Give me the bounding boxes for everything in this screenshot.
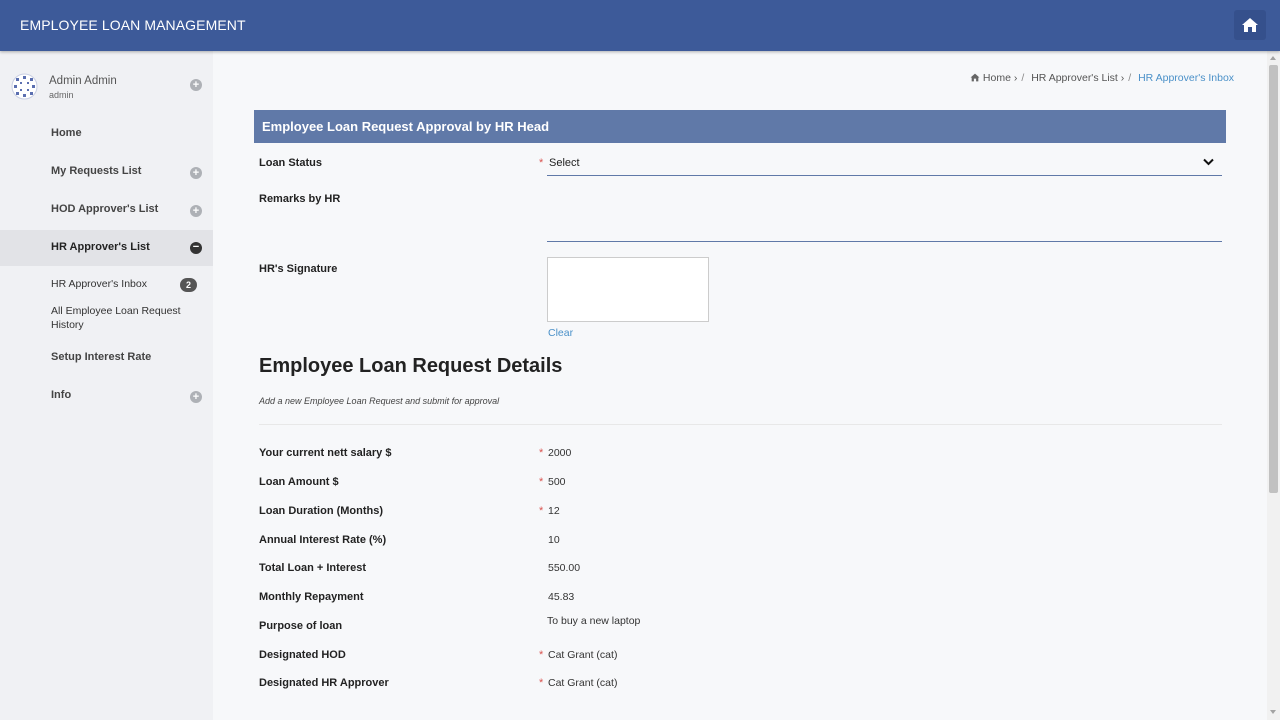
- detail-label-loan-amount: Loan Amount $: [259, 476, 339, 488]
- remarks-input[interactable]: [547, 190, 1222, 242]
- required-marker: *: [539, 505, 544, 517]
- app-title: EMPLOYEE LOAN MANAGEMENT: [20, 17, 246, 33]
- required-marker: *: [539, 677, 544, 689]
- scroll-thumb[interactable]: [1269, 65, 1278, 493]
- breadcrumb-chevron: ›: [1013, 72, 1018, 84]
- detail-label-hr-approver: Designated HR Approver: [259, 677, 389, 689]
- avatar: [11, 73, 38, 100]
- detail-label-monthly: Monthly Repayment: [259, 591, 364, 603]
- chevron-down-icon: [1203, 158, 1214, 166]
- user-name: Admin Admin: [49, 75, 117, 87]
- home-icon: [970, 73, 980, 82]
- breadcrumb-home-link[interactable]: Home: [983, 72, 1011, 84]
- breadcrumb-hr-list-link[interactable]: HR Approver's List: [1031, 72, 1118, 84]
- sidebar-item-label: HOD Approver's List: [51, 203, 159, 215]
- details-subtitle: Add a new Employee Loan Request and subm…: [259, 396, 500, 406]
- detail-value-hod: Cat Grant (cat): [548, 649, 618, 661]
- sidebar-item-home[interactable]: Home: [0, 116, 213, 152]
- scroll-up-arrow-icon[interactable]: [1270, 56, 1276, 60]
- detail-value-total: 550.00: [548, 562, 581, 574]
- detail-label-hod: Designated HOD: [259, 649, 346, 661]
- required-marker: *: [539, 649, 544, 661]
- minus-circle-icon: −: [190, 242, 202, 254]
- plus-circle-icon: +: [190, 391, 202, 403]
- signature-label: HR's Signature: [259, 263, 338, 275]
- breadcrumb-separator: /: [1128, 72, 1132, 84]
- sidebar-item-my-requests[interactable]: My Requests List +: [0, 154, 213, 190]
- home-icon: [1242, 18, 1258, 32]
- signature-pad[interactable]: [547, 257, 709, 322]
- page-scrollbar[interactable]: [1267, 51, 1280, 720]
- sidebar: Admin Admin admin + Home My Requests Lis…: [0, 51, 213, 720]
- detail-label-purpose: Purpose of loan: [259, 620, 343, 632]
- breadcrumb-current: HR Approver's Inbox: [1138, 72, 1235, 84]
- breadcrumb-chevron: ›: [1120, 72, 1125, 84]
- detail-value-hr-approver: Cat Grant (cat): [548, 677, 618, 689]
- breadcrumb-separator: /: [1021, 72, 1025, 84]
- detail-label-duration: Loan Duration (Months): [259, 505, 384, 517]
- detail-value-monthly: 45.83: [548, 591, 575, 603]
- details-title: Employee Loan Request Details: [259, 355, 563, 377]
- top-navbar: EMPLOYEE LOAN MANAGEMENT: [0, 0, 1280, 51]
- sidebar-item-hod-approvers[interactable]: HOD Approver's List +: [0, 192, 213, 228]
- loan-status-label: Loan Status: [259, 157, 322, 169]
- sidebar-item-label: Info: [51, 389, 72, 401]
- divider: [259, 424, 1222, 425]
- user-role: admin: [49, 90, 74, 100]
- sidebar-item-info[interactable]: Info +: [0, 378, 213, 414]
- sidebar-item-label: Home: [51, 127, 82, 139]
- detail-label-salary: Your current nett salary $: [259, 447, 392, 459]
- loan-status-select[interactable]: Select: [547, 152, 1222, 176]
- plus-circle-icon[interactable]: +: [190, 79, 202, 91]
- plus-circle-icon: +: [190, 205, 202, 217]
- detail-label-total: Total Loan + Interest: [259, 562, 367, 574]
- required-marker: *: [539, 447, 544, 459]
- detail-label-interest-rate: Annual Interest Rate (%): [259, 534, 387, 546]
- breadcrumb: Home › / HR Approver's List › / HR Approve…: [970, 72, 1234, 84]
- plus-circle-icon: +: [190, 167, 202, 179]
- detail-value-duration: 12: [548, 505, 560, 517]
- approval-panel-header: Employee Loan Request Approval by HR Hea…: [254, 110, 1226, 143]
- clear-signature-link[interactable]: Clear: [548, 327, 573, 339]
- scroll-down-arrow-icon[interactable]: [1270, 710, 1276, 714]
- sidebar-subitem-all-history[interactable]: All Employee Loan Request History: [51, 304, 196, 332]
- detail-value-loan-amount: 500: [548, 476, 566, 488]
- sidebar-subitem-hr-inbox[interactable]: HR Approver's Inbox: [51, 277, 147, 291]
- loan-status-value: Select: [549, 157, 580, 169]
- required-marker: *: [539, 157, 544, 169]
- sidebar-item-setup-interest[interactable]: Setup Interest Rate: [0, 340, 213, 376]
- sidebar-item-label: Setup Interest Rate: [51, 351, 152, 363]
- remarks-label: Remarks by HR: [259, 193, 341, 205]
- detail-value-purpose: To buy a new laptop: [547, 615, 641, 627]
- required-marker: *: [539, 476, 544, 488]
- detail-value-salary: 2000: [548, 447, 572, 459]
- inbox-count-badge: 2: [180, 278, 197, 292]
- sidebar-item-hr-approvers[interactable]: HR Approver's List −: [0, 230, 213, 266]
- sidebar-item-label: My Requests List: [51, 165, 142, 177]
- detail-value-interest-rate: 10: [548, 534, 560, 546]
- home-button[interactable]: [1234, 10, 1266, 40]
- sidebar-item-label: HR Approver's List: [51, 241, 150, 253]
